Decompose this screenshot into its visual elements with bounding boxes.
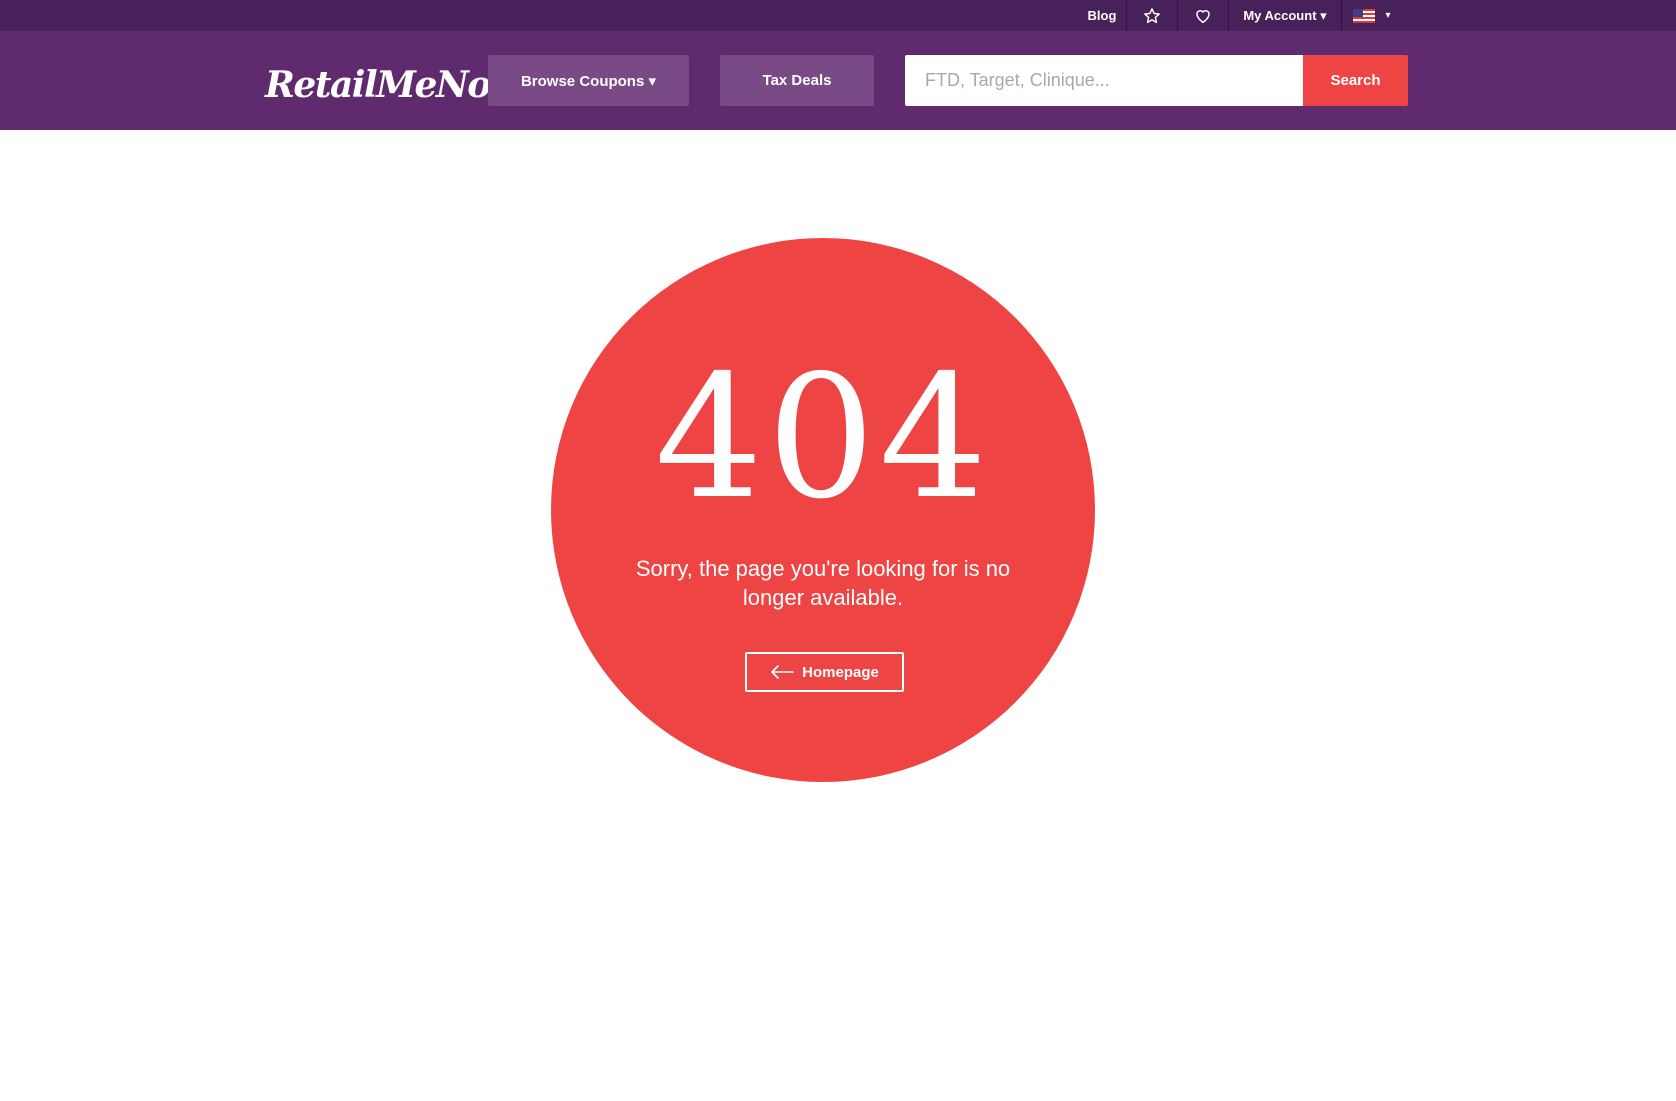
error-circle: 404 Sorry, the page you're looking for i… bbox=[551, 238, 1095, 782]
blog-link[interactable]: Blog bbox=[1077, 0, 1127, 31]
heart-icon bbox=[1196, 9, 1210, 23]
search-button[interactable]: Search bbox=[1303, 55, 1408, 106]
us-flag-icon bbox=[1353, 8, 1376, 23]
error-code: 404 bbox=[654, 339, 992, 537]
error-message: Sorry, the page you're looking for is no… bbox=[635, 556, 1011, 610]
tax-deals-button[interactable]: Tax Deals bbox=[720, 55, 874, 106]
homepage-label: Homepage bbox=[802, 663, 879, 681]
site-logo[interactable]: RetailMeNot bbox=[265, 62, 506, 108]
favorites-button[interactable] bbox=[1127, 0, 1177, 31]
logo-text: RetailMeNot bbox=[265, 64, 506, 106]
saved-button[interactable] bbox=[1178, 0, 1228, 31]
arrow-left-icon bbox=[771, 665, 794, 679]
my-account-menu[interactable]: My Account ▾ bbox=[1229, 0, 1341, 31]
chevron-down-icon: ▾ bbox=[1385, 10, 1391, 21]
search-input[interactable] bbox=[905, 55, 1303, 106]
country-selector[interactable]: ▾ bbox=[1342, 0, 1402, 31]
main-header: RetailMeNot Browse Coupons ▾ Tax Deals S… bbox=[0, 31, 1676, 130]
star-icon bbox=[1144, 7, 1160, 23]
homepage-button[interactable]: Homepage bbox=[745, 652, 904, 692]
top-utility-bar: Blog My Account ▾ ▾ bbox=[0, 0, 1676, 31]
browse-coupons-button[interactable]: Browse Coupons ▾ bbox=[488, 55, 689, 106]
